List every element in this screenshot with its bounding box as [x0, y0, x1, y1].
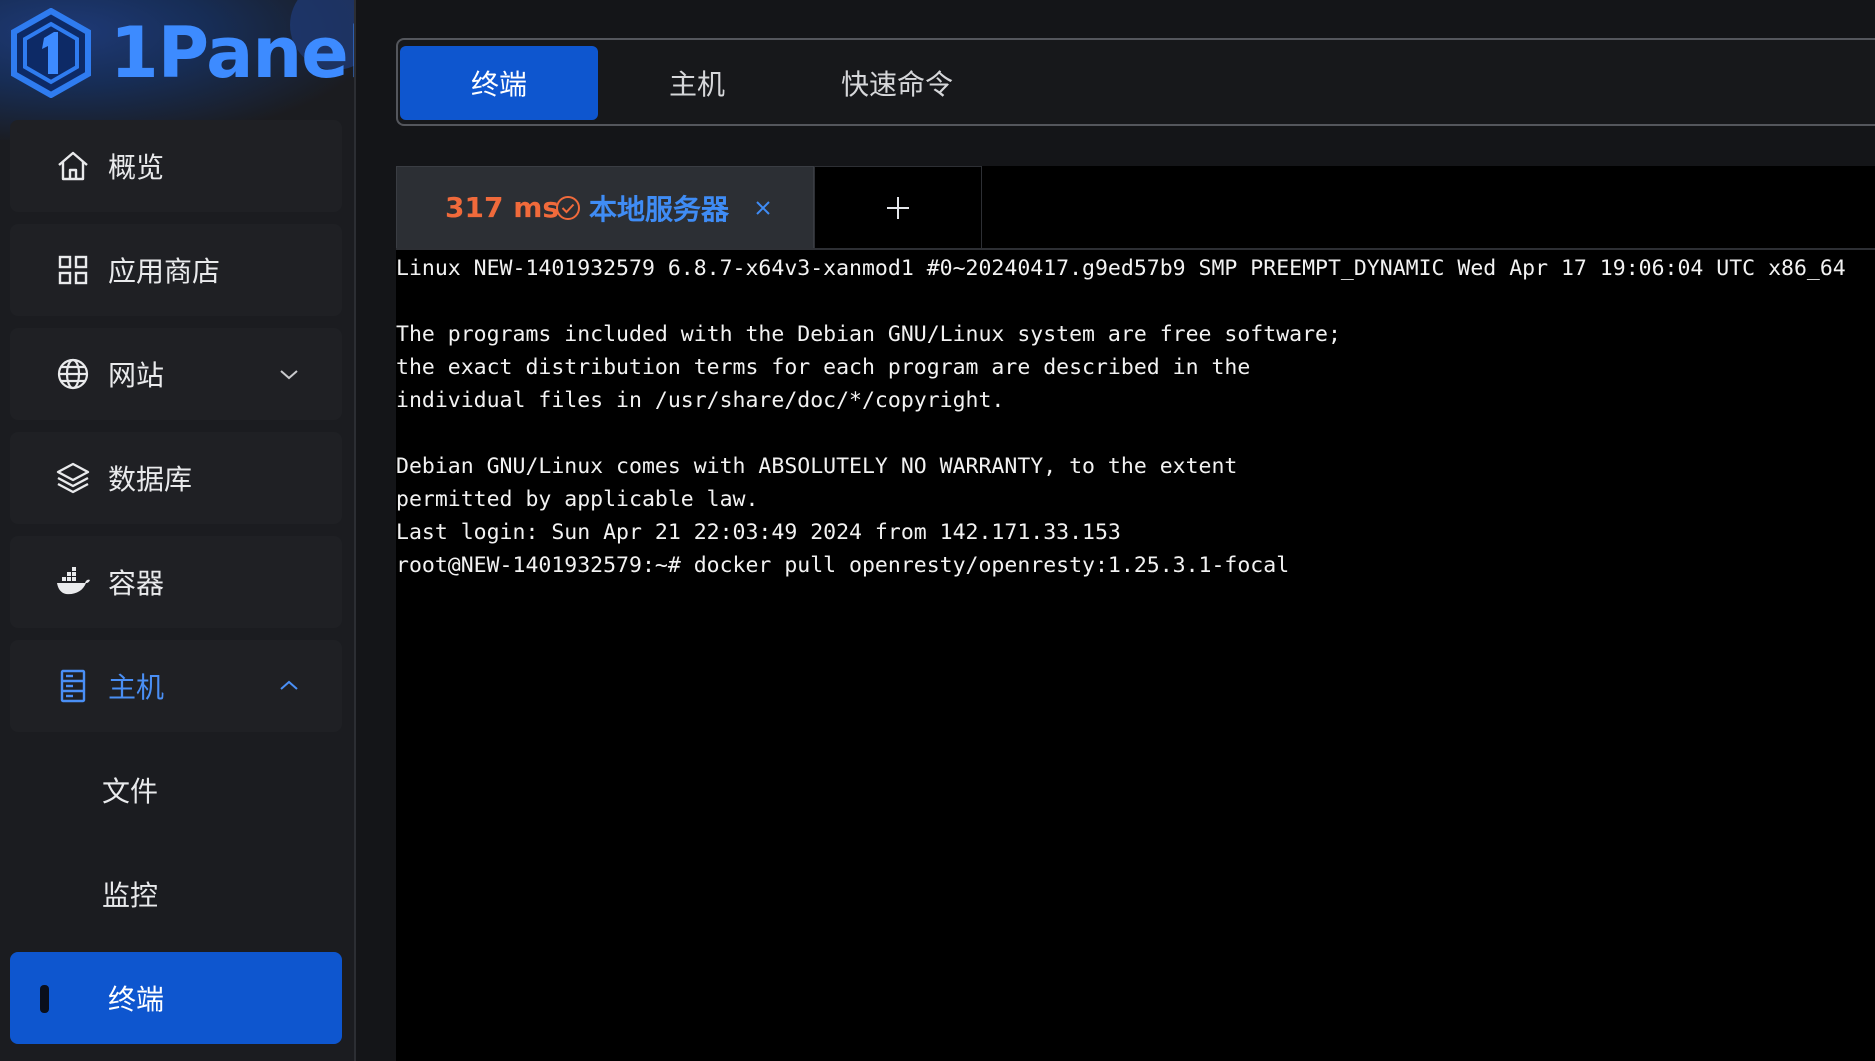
terminal-line: Debian GNU/Linux comes with ABSOLUTELY N… [396, 454, 1238, 479]
terminal-tab-strip: 317 ms 本地服务器 [396, 166, 1875, 250]
sidebar-item-terminal[interactable]: 终端 [10, 952, 342, 1044]
tab-label: 终端 [470, 68, 527, 101]
grid-icon [54, 251, 92, 289]
terminal-line: Linux NEW-1401932579 6.8.7-x64v3-xanmod1… [396, 256, 1846, 281]
terminal-output[interactable]: Linux NEW-1401932579 6.8.7-x64v3-xanmod1… [396, 252, 1875, 1061]
add-terminal-tab-button[interactable] [814, 166, 982, 248]
terminal-panel: 317 ms 本地服务器 Linux NEW-1401932579 6.8.7-… [396, 166, 1875, 1061]
tab-quick-commands[interactable]: 快速命令 [798, 46, 996, 120]
tab-label: 快速命令 [840, 68, 953, 101]
home-icon [54, 147, 92, 185]
sidebar-item-overview[interactable]: 概览 [10, 120, 342, 212]
top-tab-bar: 终端 主机 快速命令 [396, 38, 1875, 126]
active-indicator [40, 985, 49, 1013]
sidebar-item-app-store[interactable]: 应用商店 [10, 224, 342, 316]
terminal-line: The programs included with the Debian GN… [396, 322, 1341, 347]
sidebar-item-label: 应用商店 [108, 255, 221, 288]
terminal-line: individual files in /usr/share/doc/*/cop… [396, 388, 1005, 413]
terminal-line: Last login: Sun Apr 21 22:03:49 2024 fro… [396, 520, 1121, 545]
sidebar-item-label: 概览 [108, 151, 165, 184]
sidebar-item-host[interactable]: 主机 [10, 640, 342, 732]
chevron-down-icon[interactable] [278, 363, 300, 385]
sidebar-nav: 概览 应用商店 网站 数据库 容器 主机 文件 监控 终端 [10, 120, 342, 1056]
sidebar-item-files[interactable]: 文件 [10, 744, 342, 836]
sidebar-item-label: 容器 [108, 567, 165, 600]
sidebar-item-label: 监控 [102, 879, 159, 912]
sidebar-item-label: 文件 [102, 775, 159, 808]
server-icon [54, 667, 92, 705]
latency-value: 317 ms [445, 191, 560, 224]
tab-host[interactable]: 主机 [598, 46, 796, 120]
sidebar-item-website[interactable]: 网站 [10, 328, 342, 420]
server-name: 本地服务器 [589, 192, 730, 226]
close-icon[interactable] [752, 197, 774, 219]
tab-label: 主机 [668, 68, 725, 101]
sidebar-item-monitor[interactable]: 监控 [10, 848, 342, 940]
globe-icon [54, 355, 92, 393]
sidebar-item-label: 主机 [108, 671, 165, 704]
sidebar-item-label: 网站 [108, 359, 165, 392]
tab-terminal[interactable]: 终端 [400, 46, 598, 120]
check-circle-icon [556, 195, 580, 220]
terminal-line: permitted by applicable law. [396, 487, 759, 512]
terminal-line: the exact distribution terms for each pr… [396, 355, 1251, 380]
sidebar-item-container[interactable]: 容器 [10, 536, 342, 628]
layers-icon [54, 459, 92, 497]
chevron-up-icon[interactable] [278, 675, 300, 697]
brand-name: 1Panel [110, 12, 356, 94]
sidebar-item-database[interactable]: 数据库 [10, 432, 342, 524]
logo-hexagon-icon [11, 8, 91, 98]
app-root: 1Panel 概览 应用商店 网站 数据库 容器 主机 文件 监控 终端 终端 … [0, 0, 1875, 1061]
terminal-prompt-line: root@NEW-1401932579:~# docker pull openr… [396, 553, 1290, 578]
logo[interactable]: 1Panel [10, 8, 356, 98]
sidebar: 1Panel 概览 应用商店 网站 数据库 容器 主机 文件 监控 终端 [0, 0, 356, 1061]
terminal-session-tab[interactable]: 317 ms 本地服务器 [396, 166, 814, 248]
docker-icon [54, 563, 92, 601]
sidebar-item-label: 数据库 [108, 463, 193, 496]
main-content: 终端 主机 快速命令 317 ms 本地服务器 Linux NEW-140193… [358, 0, 1875, 1061]
plus-icon [887, 196, 909, 219]
sidebar-item-label: 终端 [108, 983, 165, 1016]
